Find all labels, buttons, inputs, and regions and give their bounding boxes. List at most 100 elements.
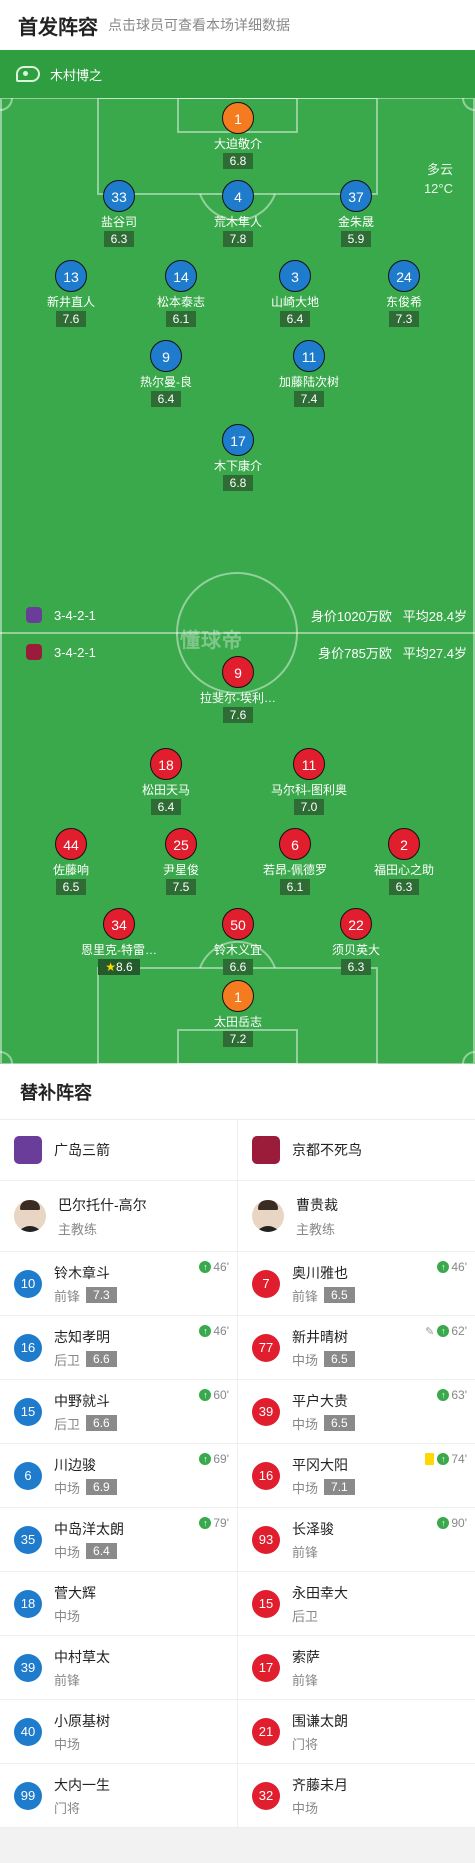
bench-player-40[interactable]: 40 小原基树 中场 bbox=[0, 1700, 237, 1764]
home-player-1[interactable]: 1 大迫敬介 6.8 bbox=[178, 102, 298, 170]
away-player-18[interactable]: 18 松田天马 6.4 bbox=[106, 748, 226, 816]
rating-value: 6.4 bbox=[157, 800, 175, 814]
player-rating: 7.0 bbox=[293, 799, 325, 815]
home-bench-column: 广岛三箭 巴尔托什-高尔 主教练 10 铃木章斗 前锋 7.3 ↑ 46' 16 志知孝明 后卫… bbox=[0, 1120, 238, 1828]
away-player-11[interactable]: 11 马尔科-图利奥 7.0 bbox=[249, 748, 369, 816]
lineup-header: 首发阵容 点击球员可查看本场详细数据 bbox=[0, 0, 475, 50]
sub-in-minute: 62' bbox=[451, 1324, 467, 1338]
shirt-number: 16 bbox=[252, 1461, 280, 1490]
away-player-2[interactable]: 2 福田心之助 6.3 bbox=[344, 828, 464, 896]
home-player-37[interactable]: 37 金朱晟 5.9 bbox=[296, 180, 416, 248]
home-player-9[interactable]: 9 热尔曼-良 6.4 bbox=[106, 340, 226, 408]
away-coach[interactable]: 曹贵裁 主教练 bbox=[238, 1181, 475, 1252]
rating-value: 6.8 bbox=[229, 476, 247, 490]
bench-player-meta: 门将 bbox=[292, 1734, 348, 1753]
bench-player-32[interactable]: 32 齐藤未月 中场 bbox=[238, 1764, 475, 1828]
bench-player-77[interactable]: 77 新井晴树 中场 6.5 ✎ ↑ 62' bbox=[238, 1316, 475, 1380]
home-player-3[interactable]: 3 山崎大地 6.4 bbox=[235, 260, 355, 328]
bench-player-7[interactable]: 7 奥川雅也 前锋 6.5 ↑ 46' bbox=[238, 1252, 475, 1316]
player-name: 盐谷司 bbox=[100, 215, 137, 229]
rating-value: 7.0 bbox=[300, 800, 318, 814]
player-rating: 6.4 bbox=[279, 311, 311, 327]
bench-player-15[interactable]: 15 中野就斗 后卫 6.6 ↑ 60' bbox=[0, 1380, 237, 1444]
bench-player-17[interactable]: 17 索萨 前锋 bbox=[238, 1636, 475, 1700]
bench-player-21[interactable]: 21 围谦太朗 门将 bbox=[238, 1700, 475, 1764]
player-position: 前锋 bbox=[292, 1544, 319, 1560]
substitution-in: ↑ 74' bbox=[425, 1452, 467, 1466]
away-bench-column: 京都不死鸟 曹贵裁 主教练 7 奥川雅也 前锋 6.5 ↑ 46' 77 新井晴树 中场 6.5 ✎… bbox=[238, 1120, 475, 1828]
shirt-number: 4 bbox=[222, 180, 254, 212]
player-rating: 7.6 bbox=[222, 707, 254, 723]
player-position: 后卫 bbox=[54, 1416, 81, 1432]
away-player-34[interactable]: 34 恩里克-特雷… ★8.6 bbox=[59, 908, 179, 976]
bench-player-meta: 中场 7.1 bbox=[292, 1478, 355, 1497]
rating-value: 6.1 bbox=[286, 880, 304, 894]
home-player-14[interactable]: 14 松本泰志 6.1 bbox=[121, 260, 241, 328]
rating-value: 7.5 bbox=[172, 880, 190, 894]
shirt-number: 99 bbox=[14, 1781, 42, 1810]
rating-value: 7.6 bbox=[62, 312, 80, 326]
bench-player-meta: 后卫 6.6 bbox=[54, 1350, 117, 1369]
away-formation: 3-4-2-1 bbox=[54, 644, 96, 660]
away-player-25[interactable]: 25 尹星俊 7.5 bbox=[121, 828, 241, 896]
sub-in-minute: 46' bbox=[213, 1260, 229, 1274]
home-player-24[interactable]: 24 东俊希 7.3 bbox=[344, 260, 464, 328]
away-team-row[interactable]: 京都不死鸟 bbox=[238, 1120, 475, 1181]
home-player-11[interactable]: 11 加藤陆次树 7.4 bbox=[249, 340, 369, 408]
away-player-6[interactable]: 6 若昂-佩德罗 6.1 bbox=[235, 828, 355, 896]
home-coach[interactable]: 巴尔托什-高尔 主教练 bbox=[0, 1181, 237, 1252]
player-rating: 7.3 bbox=[388, 311, 420, 327]
away-player-1[interactable]: 1 太田岳志 7.2 bbox=[178, 980, 298, 1048]
player-position: 前锋 bbox=[292, 1288, 319, 1304]
home-player-17[interactable]: 17 木下康介 6.8 bbox=[178, 424, 298, 492]
home-team-row[interactable]: 广岛三箭 bbox=[0, 1120, 237, 1181]
bench-player-16[interactable]: 16 平冈大阳 中场 7.1 ↑ 74' bbox=[238, 1444, 475, 1508]
bench-player-39[interactable]: 39 中村草太 前锋 bbox=[0, 1636, 237, 1700]
bench-player-15[interactable]: 15 永田幸大 后卫 bbox=[238, 1572, 475, 1636]
rating-value: 6.1 bbox=[172, 312, 190, 326]
home-player-4[interactable]: 4 荒木隼人 7.8 bbox=[178, 180, 298, 248]
bench-player-6[interactable]: 6 川边骏 中场 6.9 ↑ 69' bbox=[0, 1444, 237, 1508]
shirt-number: 21 bbox=[252, 1717, 280, 1746]
player-position: 中场 bbox=[54, 1608, 81, 1624]
bench-player-name: 奥川雅也 bbox=[292, 1264, 348, 1281]
away-crest-icon bbox=[26, 644, 42, 660]
weather-temp: 12°C bbox=[423, 181, 453, 196]
bench-player-name: 川边骏 bbox=[54, 1456, 96, 1473]
pitch: 木村博之 多云 12°C 懂球帝 3-4-2-1 身价1020万欧 平均28.4… bbox=[0, 50, 475, 1064]
player-name: 马尔科-图利奥 bbox=[271, 783, 347, 797]
bench-player-35[interactable]: 35 中岛洋太朗 中场 6.4 ↑ 79' bbox=[0, 1508, 237, 1572]
home-team-name: 广岛三箭 bbox=[54, 1142, 110, 1158]
coach-role: 主教练 bbox=[296, 1221, 336, 1237]
substitution-in: ↑ 46' bbox=[199, 1324, 229, 1338]
home-player-33[interactable]: 33 盐谷司 6.3 bbox=[59, 180, 179, 248]
bench-player-39[interactable]: 39 平户大贵 中场 6.5 ↑ 63' bbox=[238, 1380, 475, 1444]
bench-player-meta: 前锋 bbox=[292, 1542, 334, 1561]
shirt-number: 10 bbox=[14, 1269, 42, 1298]
bench-player-name: 长泽骏 bbox=[292, 1520, 334, 1537]
sub-in-minute: 79' bbox=[213, 1516, 229, 1530]
bench-player-10[interactable]: 10 铃木章斗 前锋 7.3 ↑ 46' bbox=[0, 1252, 237, 1316]
bench-player-meta: 后卫 6.6 bbox=[54, 1414, 117, 1433]
bench-player-99[interactable]: 99 大内一生 门将 bbox=[0, 1764, 237, 1828]
away-player-9[interactable]: 9 拉斐尔-埃利… 7.6 bbox=[178, 656, 298, 724]
bench-player-93[interactable]: 93 长泽骏 前锋 ↑ 90' bbox=[238, 1508, 475, 1572]
rating-value: 8.6 bbox=[116, 960, 133, 974]
shirt-number: 24 bbox=[388, 260, 420, 292]
away-player-22[interactable]: 22 须贝英大 6.3 bbox=[296, 908, 416, 976]
bench-player-18[interactable]: 18 菅大辉 中场 bbox=[0, 1572, 237, 1636]
home-player-13[interactable]: 13 新井直人 7.6 bbox=[11, 260, 131, 328]
away-player-44[interactable]: 44 佐藤响 6.5 bbox=[11, 828, 131, 896]
away-team-name: 京都不死鸟 bbox=[292, 1142, 362, 1158]
bench-player-16[interactable]: 16 志知孝明 后卫 6.6 ↑ 46' bbox=[0, 1316, 237, 1380]
rating-value: 5.9 bbox=[347, 232, 365, 246]
away-player-50[interactable]: 50 铃木义宜 6.6 bbox=[178, 908, 298, 976]
sub-in-icon: ↑ bbox=[437, 1261, 450, 1273]
rating-value: 6.8 bbox=[229, 154, 247, 168]
away-crest-icon bbox=[252, 1136, 280, 1164]
bench-player-name: 志知孝明 bbox=[54, 1328, 110, 1345]
shirt-number: 33 bbox=[103, 180, 135, 212]
player-rating: 6.9 bbox=[86, 1479, 117, 1495]
shirt-number: 9 bbox=[150, 340, 182, 372]
bench-player-name: 索萨 bbox=[292, 1648, 320, 1665]
